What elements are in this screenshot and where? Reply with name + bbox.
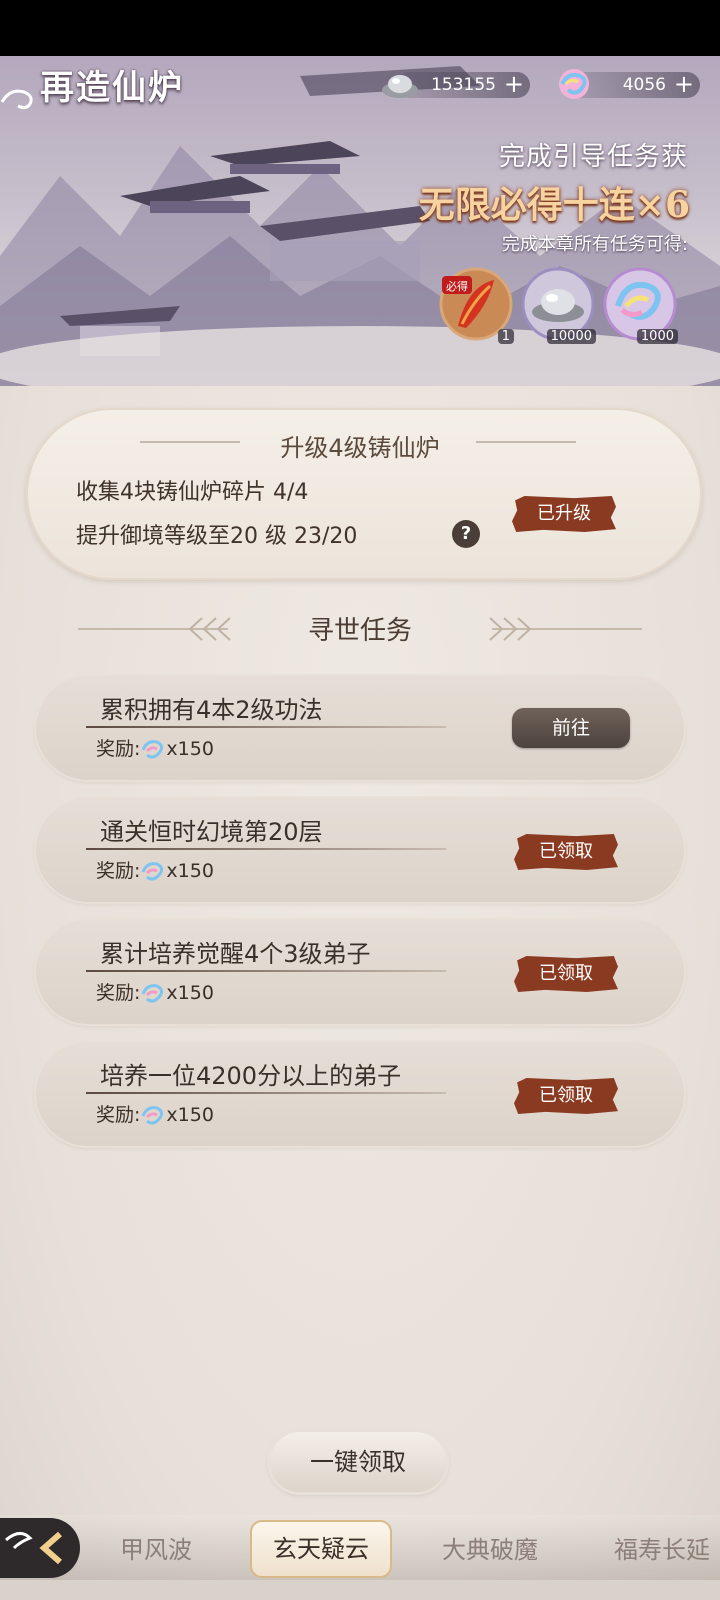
reward-item-silver[interactable]: 10000 — [520, 266, 596, 344]
upgrade-requirement-level: 提升御境等级至20 级 23/20 — [76, 524, 358, 549]
tab-chapter-3[interactable]: 大典破魔 — [442, 1530, 538, 1565]
divider — [86, 970, 446, 972]
draw-badge: 必得 — [446, 280, 468, 293]
task-name: 累积拥有4本2级功法 — [100, 696, 323, 724]
gem-amount: 4056 — [622, 75, 666, 95]
task-name: 通关恒时幻境第20层 — [100, 818, 323, 846]
add-silver-icon[interactable]: + — [504, 72, 524, 96]
help-icon[interactable]: ? — [452, 520, 480, 548]
upgrade-requirement-fragments: 收集4块铸仙炉碎片 4/4 — [76, 480, 309, 505]
claimed-stamp: 已领取 — [514, 956, 618, 992]
divider — [86, 1092, 446, 1094]
section-title: 寻世任务 — [307, 616, 412, 646]
back-arrow-icon — [5, 1531, 62, 1565]
upgrade-title: 升级4级铸仙炉 — [280, 434, 440, 462]
task-name: 培养一位4200分以上的弟子 — [100, 1062, 402, 1090]
rainbow-gem-icon — [142, 1105, 164, 1125]
reward-subtitle: 完成本章所有任务可得: — [501, 234, 688, 255]
footer-strip — [0, 1580, 720, 1600]
reward-headline: 完成引导任务获 — [498, 142, 688, 172]
upgraded-stamp: 已升级 — [512, 496, 616, 532]
rainbow-gem-icon — [142, 983, 164, 1003]
claimed-stamp: 已领取 — [514, 1078, 618, 1114]
reward-count: 10000 — [546, 329, 596, 344]
reward-count: 1 — [497, 329, 514, 344]
divider — [86, 848, 446, 850]
silver-amount: 153155 — [431, 75, 496, 95]
go-button[interactable]: 前往 — [512, 708, 630, 748]
task-reward: 奖励: x150 — [96, 738, 214, 760]
rainbow-gem-icon — [142, 739, 164, 759]
reward-big-text: 无限必得十连×6 — [418, 184, 690, 226]
status-bar — [0, 0, 720, 56]
rainbow-gem-icon — [559, 69, 589, 99]
task-reward: 奖励: x150 — [96, 1104, 214, 1126]
swirl-ornament-icon — [0, 89, 33, 110]
rainbow-gem-icon — [142, 861, 164, 881]
reward-count: 1000 — [636, 329, 678, 344]
tab-chapter-4[interactable]: 福寿长延 — [614, 1530, 710, 1565]
page-title: 再造仙炉 — [40, 68, 184, 108]
claimed-stamp: 已领取 — [514, 834, 618, 870]
tab-chapter-2-active[interactable]: 玄天疑云 — [250, 1520, 392, 1578]
claim-all-button[interactable]: 一键领取 — [270, 1432, 446, 1492]
back-button[interactable] — [0, 1518, 80, 1578]
task-name: 累计培养觉醒4个3级弟子 — [100, 940, 371, 968]
task-reward: 奖励: x150 — [96, 860, 214, 882]
reward-item-gems[interactable]: 1000 — [602, 266, 678, 344]
silver-ingot-icon — [382, 75, 418, 98]
divider — [86, 726, 446, 728]
task-reward: 奖励: x150 — [96, 982, 214, 1004]
tab-chapter-1[interactable]: 甲风波 — [120, 1530, 192, 1565]
add-gem-icon[interactable]: + — [674, 72, 694, 96]
reward-item-draw[interactable]: 必得 1 — [438, 266, 514, 344]
